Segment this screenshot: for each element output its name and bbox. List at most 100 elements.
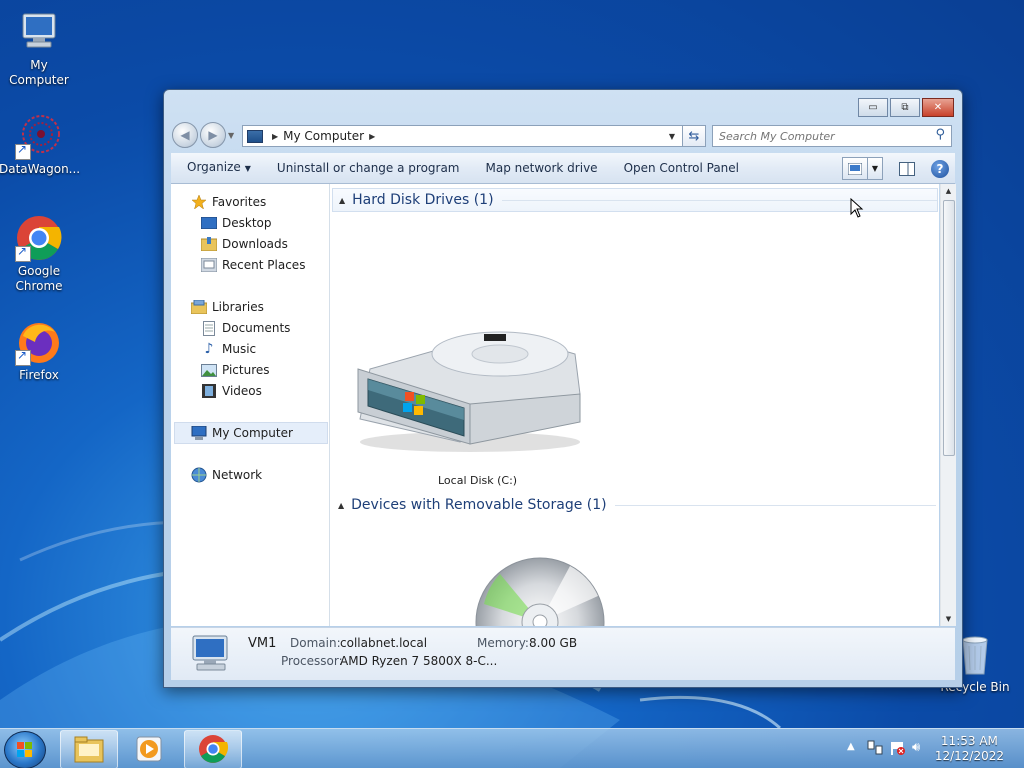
nav-pictures[interactable]: Pictures bbox=[201, 360, 270, 380]
clock-time: 11:53 AM bbox=[940, 734, 998, 748]
recent-places-icon bbox=[201, 257, 217, 273]
preview-pane-button[interactable] bbox=[897, 160, 917, 178]
firefox-icon bbox=[15, 318, 63, 366]
nav-my-computer[interactable]: My Computer bbox=[174, 422, 328, 444]
nav-downloads[interactable]: Downloads bbox=[201, 234, 288, 254]
arrow-right-icon: ▶ bbox=[208, 128, 218, 142]
documents-icon bbox=[201, 320, 217, 336]
shortcut-arrow-icon bbox=[15, 348, 31, 366]
nav-music-label: Music bbox=[222, 342, 257, 356]
refresh-button[interactable]: ⇆ bbox=[682, 125, 706, 147]
view-options-dropdown[interactable]: ▼ bbox=[868, 157, 883, 180]
open-control-panel-button[interactable]: Open Control Panel bbox=[614, 153, 749, 183]
desktop-icon-datawagon[interactable]: DataWagon... bbox=[0, 112, 81, 177]
vertical-scrollbar[interactable]: ▲ ▼ bbox=[940, 184, 956, 626]
back-button[interactable]: ◀ bbox=[172, 122, 198, 148]
help-icon: ? bbox=[936, 161, 944, 176]
breadcrumb-my-computer[interactable]: My Computer bbox=[283, 129, 364, 143]
nav-favorites[interactable]: Favorites bbox=[191, 192, 266, 212]
arrow-left-icon: ◀ bbox=[180, 128, 190, 142]
desktop-icon-label: DataWagon... bbox=[0, 162, 81, 176]
chevron-down-icon: ▼ bbox=[244, 164, 251, 173]
scroll-down-arrow-icon[interactable]: ▼ bbox=[941, 612, 956, 626]
collapse-triangle-icon[interactable]: ▲ bbox=[339, 196, 345, 205]
caption-buttons: ▭ ⧉ ✕ bbox=[858, 98, 954, 117]
nav-music[interactable]: ♪ Music bbox=[201, 339, 257, 359]
organize-button[interactable]: Organize ▼ bbox=[177, 152, 261, 184]
desktop-icon-google-chrome[interactable]: Google Chrome bbox=[0, 214, 79, 294]
memory-value: 8.00 GB bbox=[529, 636, 578, 650]
breadcrumb-chevron-icon[interactable]: ▶ bbox=[369, 132, 375, 141]
desktop-icon-label: My Computer bbox=[9, 58, 69, 87]
clock-date: 12/12/2022 bbox=[934, 749, 1004, 763]
desktop-icon-my-computer[interactable]: My Computer bbox=[0, 8, 79, 88]
search-input[interactable] bbox=[713, 128, 921, 144]
taskbar-explorer-button[interactable] bbox=[60, 730, 118, 768]
folder-icon bbox=[74, 736, 104, 763]
volume-speaker-icon[interactable]: 🔊︎ bbox=[912, 740, 920, 755]
nav-libraries[interactable]: Libraries bbox=[191, 297, 264, 317]
group-title: Hard Disk Drives (1) bbox=[352, 192, 494, 208]
domain-label: Domain: bbox=[290, 636, 341, 650]
action-center-flag-icon[interactable] bbox=[890, 740, 906, 759]
show-hidden-icons-button[interactable]: ▲ bbox=[847, 741, 855, 752]
memory-label: Memory: bbox=[477, 636, 529, 650]
nav-my-computer-label: My Computer bbox=[212, 426, 293, 440]
maximize-button[interactable]: ⧉ bbox=[890, 98, 920, 117]
change-view-button[interactable] bbox=[842, 157, 868, 180]
close-button[interactable]: ✕ bbox=[922, 98, 954, 117]
processor-value: AMD Ryzen 7 5800X 8-C... bbox=[340, 654, 498, 668]
uninstall-program-button[interactable]: Uninstall or change a program bbox=[267, 153, 470, 183]
nav-desktop[interactable]: Desktop bbox=[201, 213, 272, 233]
recent-pages-dropdown[interactable]: ▼ bbox=[228, 131, 238, 140]
group-header-hard-disk-drives[interactable]: ▲ Hard Disk Drives (1) bbox=[332, 188, 938, 212]
search-icon[interactable]: ⚲ bbox=[935, 127, 945, 142]
breadcrumb-chevron-icon[interactable]: ▶ bbox=[272, 132, 278, 141]
drive-dvd[interactable] bbox=[470, 544, 610, 626]
chrome-icon bbox=[15, 214, 63, 262]
navigation-buttons: ◀ ▶ ▼ bbox=[172, 122, 238, 148]
nav-favorites-label: Favorites bbox=[212, 195, 267, 209]
view-icon bbox=[848, 162, 862, 175]
taskbar-clock[interactable]: 11:53 AM 12/12/2022 bbox=[935, 734, 1004, 764]
minimize-button[interactable]: ▭ bbox=[858, 98, 888, 117]
network-status-icon[interactable] bbox=[867, 740, 883, 759]
system-tray: ▲ 🔊︎ 11:53 AM 12/12/2022 bbox=[834, 729, 1024, 768]
taskbar-chrome-button[interactable] bbox=[184, 730, 242, 768]
nav-recent-places[interactable]: Recent Places bbox=[201, 255, 305, 275]
chrome-icon bbox=[199, 735, 229, 763]
group-divider bbox=[501, 199, 937, 201]
nav-desktop-label: Desktop bbox=[222, 216, 272, 230]
nav-libraries-label: Libraries bbox=[212, 300, 264, 314]
mouse-cursor-icon bbox=[850, 198, 864, 218]
refresh-icon: ⇆ bbox=[688, 128, 700, 144]
help-button[interactable]: ? bbox=[931, 159, 949, 178]
desktop-folder-icon bbox=[201, 215, 217, 231]
nav-documents[interactable]: Documents bbox=[201, 318, 290, 338]
forward-button[interactable]: ▶ bbox=[200, 122, 226, 148]
nav-videos[interactable]: Videos bbox=[201, 381, 262, 401]
processor-label: Processor: bbox=[281, 654, 343, 668]
drive-label: Local Disk (C:) bbox=[438, 474, 518, 487]
map-network-drive-button[interactable]: Map network drive bbox=[476, 153, 608, 183]
desktop-icon-firefox[interactable]: Firefox bbox=[0, 318, 79, 383]
preview-pane-icon bbox=[899, 161, 915, 176]
search-box[interactable]: ⚲ bbox=[712, 125, 952, 147]
computer-icon bbox=[191, 425, 207, 441]
start-button[interactable] bbox=[4, 731, 46, 768]
computer-icon bbox=[192, 635, 228, 671]
taskbar-media-player-button[interactable] bbox=[122, 730, 178, 767]
address-bar[interactable]: ▶ My Computer ▶ ▼ bbox=[242, 125, 706, 147]
group-header-removable-storage[interactable]: ▲ Devices with Removable Storage (1) bbox=[332, 494, 936, 516]
content-area: ▲ Hard Disk Drives (1) Local Disk (C:) ▲… bbox=[330, 184, 939, 626]
drive-local-disk[interactable]: Local Disk (C:) bbox=[346, 324, 614, 487]
scroll-up-arrow-icon[interactable]: ▲ bbox=[941, 184, 956, 198]
shortcut-arrow-icon bbox=[15, 244, 31, 262]
address-dropdown-icon[interactable]: ▼ bbox=[669, 132, 675, 141]
nav-downloads-label: Downloads bbox=[222, 237, 288, 251]
collapse-triangle-icon[interactable]: ▲ bbox=[338, 501, 344, 510]
scrollbar-thumb[interactable] bbox=[943, 200, 955, 456]
windows-logo-icon bbox=[17, 742, 32, 757]
nav-recent-places-label: Recent Places bbox=[222, 258, 306, 272]
nav-network[interactable]: Network bbox=[191, 465, 262, 485]
